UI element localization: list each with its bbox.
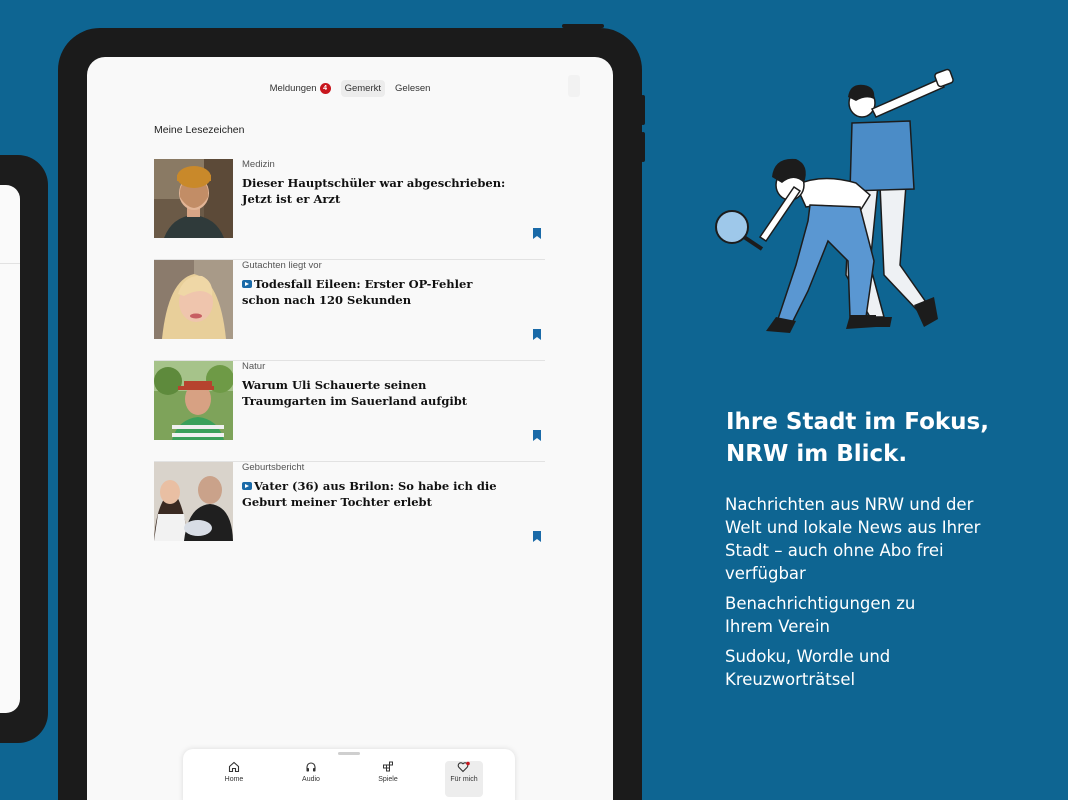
heart-icon (457, 761, 470, 773)
article-headline: Vater (36) aus Brilon: So habe ich die G… (242, 479, 497, 509)
article-kicker: Natur (242, 361, 266, 372)
bookmark-icon[interactable] (533, 531, 541, 542)
bookmark-article[interactable]: Natur Warum Uli Schauerte seinen Traumga… (154, 361, 545, 462)
plus-icon (242, 280, 252, 288)
bookmark-article[interactable]: Gutachten liegt vor Todesfall Eileen: Er… (154, 260, 545, 361)
article-thumbnail (154, 159, 233, 238)
notification-badge: 4 (319, 83, 331, 94)
nav-fuer-mich[interactable]: Für mich (445, 761, 483, 797)
bookmark-icon[interactable] (533, 329, 541, 340)
tab-label: Gemerkt (344, 83, 382, 94)
tab-label: Gelesen (395, 83, 431, 94)
promo-headline: Ihre Stadt im Fokus, NRW im Blick. (726, 409, 989, 467)
illustration (715, 68, 954, 333)
tablet-volume-down-button (641, 132, 645, 162)
bookmark-article[interactable]: Medizin Dieser Hauptschüler war abgeschr… (154, 159, 545, 260)
nav-spiele[interactable]: Spiele (369, 761, 407, 797)
promo-feature: Nachrichten aus NRW und der Welt und lok… (725, 495, 981, 583)
background-tablet-screen (0, 185, 20, 713)
article-kicker: Medizin (242, 159, 275, 170)
article-headline: Dieser Hauptschüler war abgeschrieben: J… (242, 176, 506, 206)
article-thumbnail (154, 361, 233, 440)
magnifier-woman-illustration (715, 158, 876, 333)
home-icon (228, 761, 240, 773)
article-thumbnail (154, 462, 233, 541)
tab-meldungen[interactable]: Meldungen 4 (266, 80, 335, 97)
bookmark-article[interactable]: Geburtsbericht Vater (36) aus Brilon: So… (154, 462, 545, 563)
bottom-navigation: Home Audio Spiele Für mich (183, 749, 515, 800)
tablet-top-button (562, 24, 604, 28)
tab-gemerkt[interactable]: Gemerkt (340, 80, 386, 97)
top-right-placeholder (568, 75, 580, 97)
nav-home[interactable]: Home (215, 761, 253, 797)
article-kicker: Geburtsbericht (242, 462, 305, 473)
tablet-volume-up-button (641, 95, 645, 125)
bookmark-icon[interactable] (533, 430, 541, 441)
tab-gelesen[interactable]: Gelesen (391, 80, 434, 97)
nav-label: Für mich (450, 776, 478, 783)
tab-label: Meldungen (269, 83, 317, 94)
article-thumbnail (154, 260, 233, 339)
article-kicker: Gutachten liegt vor (242, 260, 322, 271)
tab-bar: Meldungen 4 Gemerkt Gelesen (87, 80, 613, 97)
nav-label: Audio (302, 776, 320, 783)
nav-label: Home (224, 776, 244, 783)
nav-audio[interactable]: Audio (292, 761, 330, 797)
app-screen: Meldungen 4 Gemerkt Gelesen Meine Leseze… (87, 57, 613, 800)
promo-feature: Benachrichtigungen zu Ihrem Verein (725, 594, 916, 636)
background-tablet (0, 155, 48, 743)
article-headline: Warum Uli Schauerte seinen Traumgarten i… (242, 378, 468, 408)
promo-feature: Sudoku, Wordle und Kreuzworträtsel (725, 647, 891, 689)
headphones-icon (306, 762, 316, 772)
plus-icon (242, 482, 252, 490)
puzzle-icon (383, 761, 393, 772)
article-headline: Todesfall Eileen: Erster OP-Fehler schon… (242, 277, 473, 307)
bookmark-icon[interactable] (533, 228, 541, 239)
section-title: Meine Lesezeichen (154, 124, 245, 136)
drag-handle[interactable] (338, 752, 360, 755)
nav-label: Spiele (378, 776, 398, 783)
